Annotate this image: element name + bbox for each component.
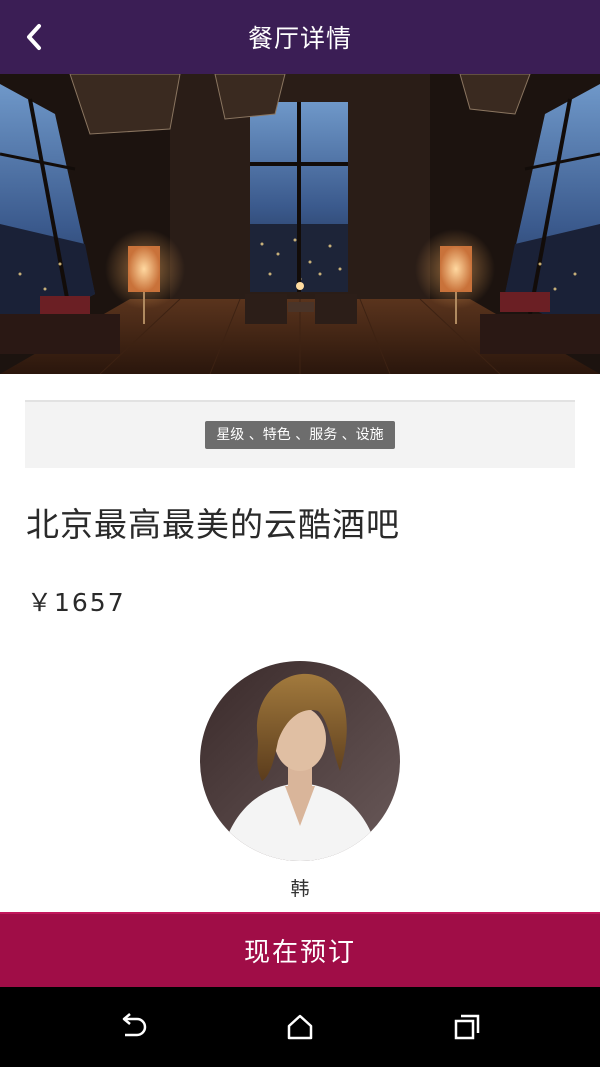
- host-avatar[interactable]: [200, 661, 400, 861]
- restaurant-detail-screen: 餐厅详情 星级 、特色 、服务 、设施 北京最高最美的云酷酒吧 ￥1657 韩 …: [0, 0, 600, 1067]
- nav-back-button[interactable]: [113, 1007, 153, 1047]
- nav-home-button[interactable]: [280, 1007, 320, 1047]
- page-title: 餐厅详情: [247, 24, 352, 53]
- book-now-button[interactable]: 现在预订: [0, 912, 600, 987]
- restaurant-title: 北京最高最美的云酷酒吧: [26, 505, 400, 544]
- host-name: 韩: [290, 878, 310, 900]
- top-app-bar: 餐厅详情: [0, 0, 600, 74]
- back-button[interactable]: [14, 17, 54, 57]
- nav-recents-button[interactable]: [447, 1007, 487, 1047]
- system-nav-bar: [0, 987, 600, 1067]
- home-icon: [287, 1014, 313, 1040]
- recents-icon: [454, 1014, 480, 1040]
- restaurant-hero-image: [0, 74, 600, 374]
- tags-chip: 星级 、特色 、服务 、设施: [205, 421, 395, 449]
- tags-card: 星级 、特色 、服务 、设施: [25, 400, 575, 468]
- restaurant-price: ￥1657: [27, 588, 126, 617]
- chevron-left-icon: [27, 24, 41, 50]
- back-arrow-icon: [122, 1013, 147, 1037]
